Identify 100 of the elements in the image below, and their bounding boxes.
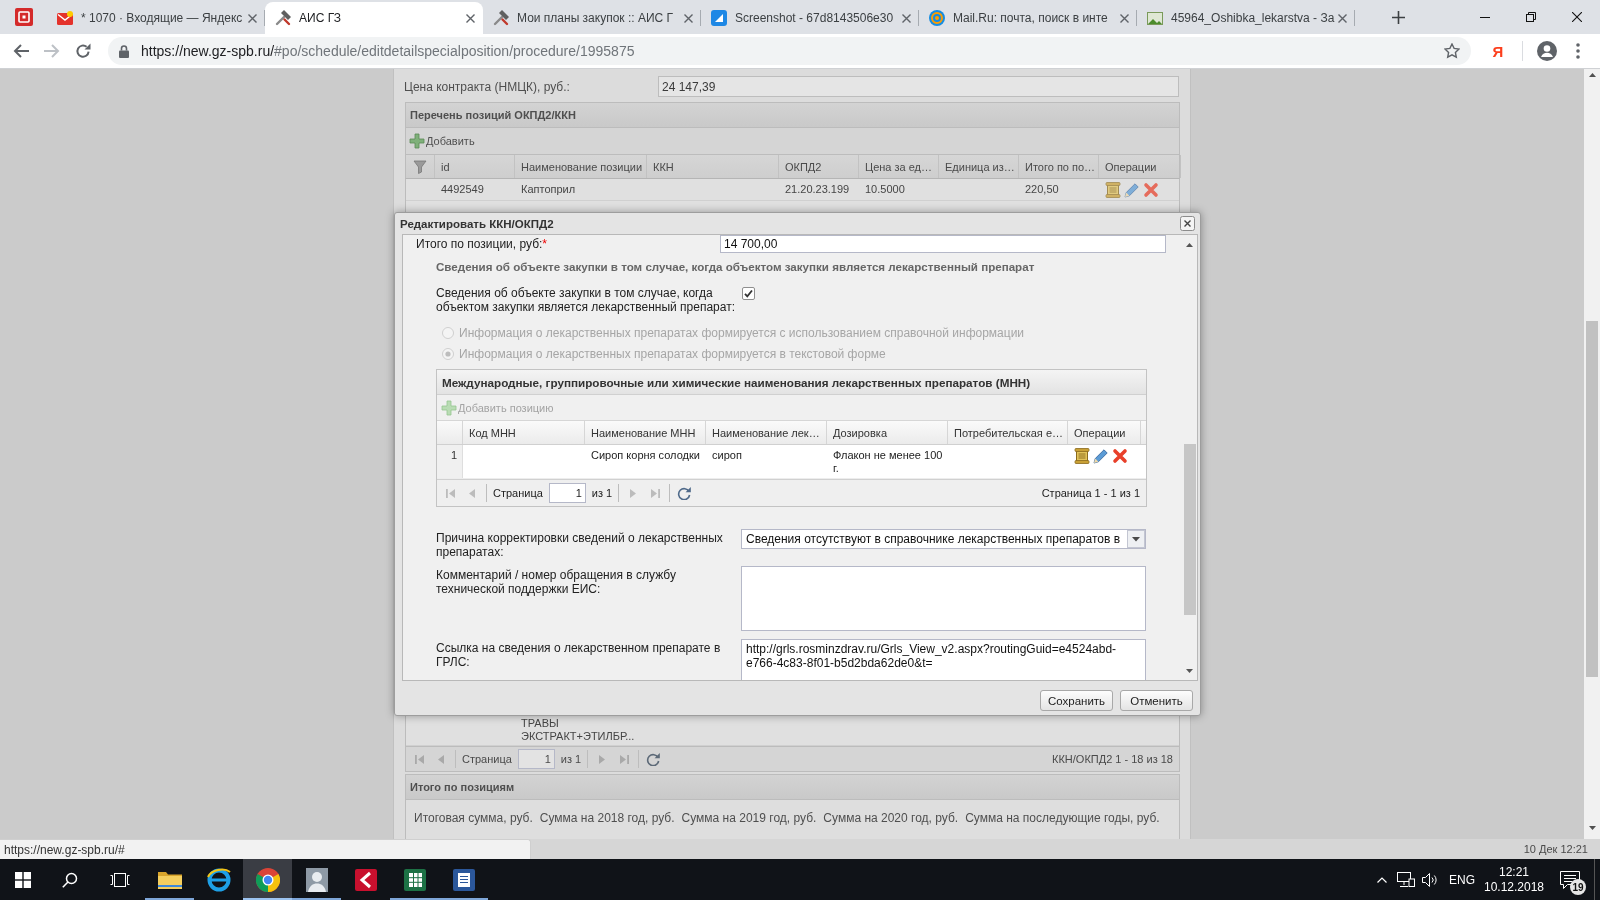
page-number-field[interactable]: 1 [548,483,586,503]
scroll-down-icon[interactable] [1186,669,1193,673]
taskbar-button[interactable] [243,859,292,900]
scrollbar-thumb[interactable] [1183,444,1196,615]
column-header[interactable]: ККН [647,155,779,178]
speaker-icon[interactable] [1422,872,1438,887]
column-header[interactable]: Цена за ед… [859,155,939,178]
pager-label: Страница [462,753,512,765]
total-label: Сумма на 2020 год, руб. [823,811,959,827]
close-icon[interactable] [1572,12,1582,22]
checkbox[interactable] [742,287,755,300]
reload-icon[interactable] [75,43,91,59]
network-icon[interactable] [1397,872,1415,887]
column-header[interactable]: Итого по по… [1019,155,1099,178]
grid-row[interactable]: 4492549 Каптоприл 21.20.23.199 10.5000 220,50 [406,179,1179,201]
field-label: Причина корректировки сведений о лекарственных препаратах: [436,530,724,559]
lock-icon [119,44,129,58]
browser-tab[interactable]: * 1070 · Входящие — Яндекс [47,2,265,34]
field-label: Итого по позиции, руб:* [416,237,549,251]
browser-tab[interactable]: АИС ГЗ [265,2,483,34]
dialog-button[interactable]: Отменить [1120,690,1193,711]
total-label: Итоговая сумма, руб. [414,811,533,827]
chevron-up-icon[interactable] [1377,876,1387,883]
close-icon[interactable] [1180,216,1195,231]
column-header[interactable]: id [435,155,515,178]
restore-icon[interactable] [1526,12,1536,22]
dropdown-field[interactable]: Сведения отсутствуют в справочнике лекарственных препаратов в [741,529,1146,549]
column-header[interactable]: Единица из… [939,155,1019,178]
table-cell-text: 4492549 [440,183,485,196]
language-indicator[interactable]: ENG [1442,859,1482,900]
pager-summary: ККН/ОКПД2 1 - 18 из 18 [1052,753,1173,765]
back-arrow-icon[interactable] [13,44,29,58]
refresh-icon[interactable] [677,486,692,500]
square-logo-icon [711,10,727,26]
column-header[interactable]: Дозировка [827,421,948,444]
browser-tab[interactable]: Mail.Ru: почта, поиск в инте [919,2,1137,34]
column-header[interactable]: Код МНН [463,421,585,444]
dialog-button[interactable]: Сохранить [1040,690,1113,711]
stacked-windows-icon[interactable] [109,872,130,887]
plus-icon [409,133,425,149]
plus-icon [441,399,457,416]
grid-title: Международные, группировочные или химические наименования лекарственных препаратов (МНН) [437,370,1146,395]
ring-swoosh-icon[interactable] [206,867,231,892]
extension-button[interactable]: Я [1484,37,1512,65]
star-icon[interactable] [1444,43,1460,59]
tricolor-circle-icon[interactable] [255,867,280,892]
refresh-icon[interactable] [646,752,661,766]
column-header[interactable]: Операции [1068,421,1141,444]
pencil-icon[interactable] [1093,448,1109,464]
chevron-tile-icon[interactable] [354,868,377,891]
checkbox-label: Сведения об объекте закупки в том случае, когда объектом закупки является лекарственный препарат: [436,286,737,314]
logo-tile-icon[interactable] [14,8,33,26]
scroll-up-icon[interactable] [1186,243,1193,247]
column-header[interactable]: Потребительская е… [948,421,1068,444]
minimize-icon[interactable] [1480,16,1490,18]
folder-icon[interactable] [157,870,182,889]
address-bar[interactable]: https://new.gz-spb.ru/#po/schedule/editdetailspecialposition/procedure/1995875 [108,37,1471,65]
spreadsheet-icon[interactable] [403,868,426,891]
grid-row[interactable]: 1 Сироп корня солодки сироп Флакон не менее 100 г. [437,445,1146,479]
page-number-field[interactable]: 1 [517,749,555,769]
total-label: Сумма на 2018 год, руб. [539,811,675,827]
text-area[interactable]: http://grls.rosminzdrav.ru/Grls_View_v2.aspx?routingGuid=e4524abd-e766-4c83-8f01-b5d2bda62de0&t= [741,639,1146,680]
person-icon[interactable] [305,867,328,892]
scrollbar-thumb[interactable] [1586,321,1598,677]
delete-icon[interactable] [1112,448,1128,464]
total-label: Сумма на последующие годы, руб. [965,811,1160,827]
scroll-up-icon[interactable] [1588,73,1596,77]
scrollbar[interactable] [1584,69,1600,839]
scroll-icon[interactable] [1105,181,1121,198]
close-icon[interactable] [466,13,475,23]
browser-tab[interactable]: Мои планы закупок :: АИС Г [483,2,701,34]
column-header[interactable]: Операции [1099,155,1181,178]
dialog-title: Редактировать ККН/ОКПД2 [400,217,554,230]
column-header[interactable]: Наименование лек… [706,421,827,444]
scroll-icon[interactable] [1074,448,1090,464]
table-cell-text: Сироп корня солодки [590,448,701,463]
menu-icon[interactable] [1576,43,1580,59]
plus-icon[interactable] [1391,10,1405,24]
clock[interactable]: 12:21 10.12.2018 [1482,859,1546,900]
search-icon[interactable] [62,871,78,888]
four-panes-icon[interactable] [15,871,31,888]
add-button[interactable]: Добавить [409,133,475,149]
scroll-down-icon[interactable] [1588,826,1596,830]
browser-tab[interactable]: Screenshot - 67d8143506e30 [701,2,919,34]
table-cell-text: 220,50 [1024,183,1060,196]
column-header[interactable]: Наименование позиции [515,155,647,178]
filter-icon[interactable] [413,159,427,174]
table-cell-text: 21.20.23.199 [784,183,851,196]
contract-price-field[interactable]: 24 147,39 [658,76,1179,97]
page-count: из 1 [560,753,582,765]
browser-tab[interactable]: 45964_Oshibka_lekarstva - За [1137,2,1355,34]
column-header[interactable]: Наименование МНН [585,421,706,444]
panel-header: Итого по позициям [405,774,1180,800]
caret-icon[interactable] [1127,530,1145,548]
document-icon[interactable] [452,868,475,891]
table-cell-text: Флакон не менее 100 г. [832,448,944,476]
profile-icon[interactable] [1537,41,1557,61]
hammer-icon [275,10,291,26]
column-header[interactable]: ОКПД2 [779,155,859,178]
total-field[interactable]: 14 700,00 [720,235,1166,253]
